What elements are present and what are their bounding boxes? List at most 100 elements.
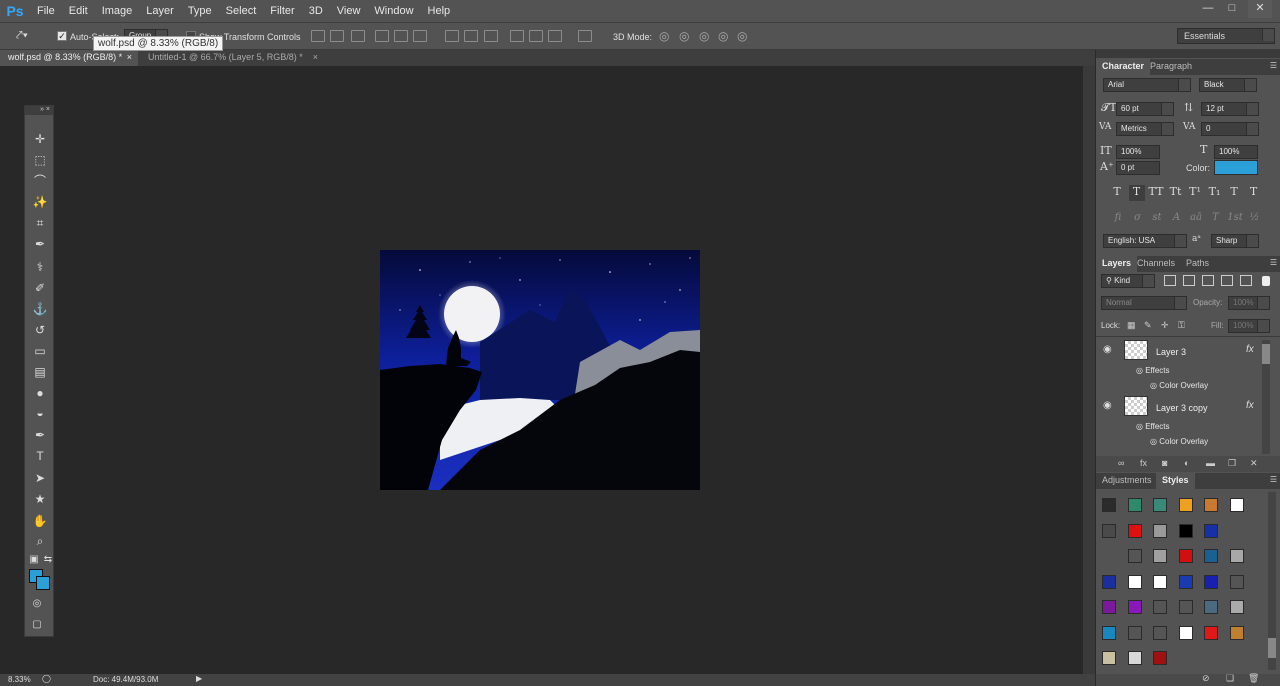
pan-3d-icon[interactable]: ◎ — [699, 29, 709, 43]
lock-image-icon[interactable]: ✎ — [1144, 320, 1152, 331]
style-swatch[interactable] — [1229, 574, 1244, 589]
align-distribute-icon[interactable] — [394, 30, 408, 42]
type-tool-icon[interactable]: T — [30, 448, 50, 464]
delete-style-icon[interactable]: 🗑 — [1248, 673, 1259, 684]
tools-panel-header[interactable]: » × — [25, 106, 53, 115]
style-swatch[interactable] — [1102, 625, 1116, 640]
eyedropper-tool-icon[interactable]: ✒ — [30, 236, 50, 252]
align-distribute-icon[interactable] — [529, 30, 543, 42]
close-tab-icon[interactable]: × — [313, 50, 318, 65]
menu-3d[interactable]: 3D — [302, 5, 330, 17]
align-distribute-icon[interactable] — [464, 30, 478, 42]
move-tool-icon[interactable]: ⤤▾ — [16, 28, 28, 43]
dock-header[interactable] — [1096, 50, 1280, 58]
panel-menu-icon[interactable]: ☰ — [1270, 61, 1277, 70]
layer-name[interactable]: Layer 3 — [1156, 347, 1186, 357]
path-selection-tool-icon[interactable]: ➤ — [30, 470, 50, 486]
tab-channels[interactable]: Channels — [1131, 256, 1181, 272]
link-layers-icon[interactable]: ∞ — [1118, 458, 1124, 468]
minimize-icon[interactable]: — — [1196, 0, 1220, 18]
leading-field[interactable]: 12 pt — [1201, 102, 1259, 116]
menu-type[interactable]: Type — [181, 5, 219, 17]
opacity-field[interactable]: 100% — [1228, 296, 1270, 310]
opentype-feature-button[interactable]: ½ — [1247, 212, 1263, 223]
style-swatch[interactable] — [1229, 498, 1244, 512]
style-swatch[interactable] — [1153, 625, 1167, 640]
tab-styles[interactable]: Styles — [1156, 473, 1195, 489]
baseline-shift-field[interactable]: 0 pt — [1116, 161, 1160, 175]
style-swatch[interactable] — [1153, 498, 1167, 512]
menu-select[interactable]: Select — [219, 5, 264, 17]
menu-filter[interactable]: Filter — [263, 5, 301, 17]
align-distribute-icon[interactable] — [351, 30, 365, 42]
default-colors-icon[interactable]: ▣ — [27, 552, 41, 568]
quick-mask-icon[interactable]: ◎ — [30, 596, 44, 612]
style-swatch[interactable] — [1127, 498, 1142, 512]
text-color-swatch[interactable] — [1214, 160, 1258, 175]
shape-tool-icon[interactable]: ★ — [30, 491, 50, 507]
lock-all-icon[interactable]: ⚿ — [1178, 320, 1185, 331]
style-swatch[interactable] — [1178, 498, 1193, 512]
vertical-scale-field[interactable]: 100% — [1116, 145, 1160, 159]
tab-paths[interactable]: Paths — [1180, 256, 1215, 272]
style-swatch[interactable] — [1153, 651, 1167, 665]
fill-field[interactable]: 100% — [1228, 319, 1270, 333]
style-swatch[interactable] — [1178, 523, 1193, 538]
swap-colors-icon[interactable]: ⇆ — [41, 552, 55, 568]
adjustment-filter-icon[interactable] — [1183, 275, 1195, 286]
menu-edit[interactable]: Edit — [62, 5, 95, 17]
align-distribute-icon[interactable] — [548, 30, 562, 42]
style-swatch[interactable] — [1178, 549, 1193, 563]
style-swatch[interactable] — [1102, 523, 1116, 538]
align-distribute-icon[interactable] — [375, 30, 389, 42]
tab-untitled-1[interactable]: Untitled-1 @ 66.7% (Layer 5, RGB/8) * × — [140, 50, 322, 66]
strikethrough-button[interactable]: T — [1246, 185, 1262, 201]
menu-layer[interactable]: Layer — [139, 5, 181, 17]
small-caps-button[interactable]: Tt — [1168, 185, 1184, 201]
eye-visibility-icon[interactable]: ◎ — [1150, 381, 1157, 390]
menu-help[interactable]: Help — [421, 5, 458, 17]
export-icon[interactable]: ◯ — [42, 674, 51, 683]
crop-tool-icon[interactable]: ⌗ — [30, 215, 50, 231]
orbit-3d-icon[interactable]: ◎ — [659, 29, 669, 43]
layer-filter-dropdown[interactable]: ⚲ Kind — [1101, 274, 1155, 288]
style-swatch[interactable] — [1204, 574, 1218, 589]
status-menu-arrow-icon[interactable]: ▶ — [196, 674, 202, 683]
layers-scrollbar[interactable] — [1262, 340, 1270, 454]
clear-style-icon[interactable]: ⊘ — [1202, 673, 1210, 684]
all-caps-button[interactable]: TT — [1148, 185, 1164, 201]
superscript-button[interactable]: T¹ — [1187, 185, 1203, 201]
dodge-tool-icon[interactable]: ◒ — [30, 405, 50, 421]
opentype-feature-button[interactable]: 1st — [1227, 212, 1243, 223]
style-swatch[interactable] — [1178, 625, 1193, 640]
layers-scroll-thumb[interactable] — [1262, 344, 1270, 364]
style-swatch[interactable] — [1102, 498, 1116, 512]
style-swatch[interactable] — [1204, 625, 1218, 640]
shape-filter-icon[interactable] — [1221, 275, 1233, 286]
styles-scroll-thumb[interactable] — [1268, 638, 1276, 658]
style-swatch[interactable] — [1204, 600, 1218, 614]
eye-visibility-icon[interactable]: ◎ — [1150, 437, 1157, 446]
style-swatch[interactable] — [1204, 549, 1218, 563]
pen-tool-icon[interactable]: ✒ — [30, 427, 50, 443]
document-canvas-image[interactable] — [380, 250, 700, 490]
faux-bold-button[interactable]: T — [1109, 185, 1125, 201]
fx-icon[interactable]: fx — [1246, 400, 1254, 411]
horizontal-scale-field[interactable]: 100% — [1214, 145, 1258, 159]
opentype-feature-button[interactable]: aā — [1188, 212, 1204, 223]
style-swatch[interactable] — [1204, 523, 1218, 538]
new-layer-icon[interactable]: ❐ — [1228, 458, 1236, 469]
zoom-tool-icon[interactable]: ⌕ — [30, 533, 50, 549]
tab-adjustments[interactable]: Adjustments — [1096, 473, 1158, 489]
panel-menu-icon[interactable]: ☰ — [1270, 475, 1277, 484]
hand-tool-icon[interactable]: ✋ — [30, 513, 50, 529]
style-swatch[interactable] — [1127, 574, 1142, 589]
eye-visibility-icon[interactable]: ◉ — [1103, 400, 1112, 411]
type-filter-icon[interactable] — [1202, 275, 1214, 286]
align-distribute-icon[interactable] — [413, 30, 427, 42]
brush-tool-icon[interactable]: ✐ — [30, 280, 50, 296]
scale-3d-icon[interactable]: ◎ — [737, 29, 747, 43]
align-distribute-icon[interactable] — [510, 30, 524, 42]
style-swatch[interactable] — [1102, 600, 1116, 614]
vertical-scrollbar[interactable] — [1083, 66, 1095, 674]
